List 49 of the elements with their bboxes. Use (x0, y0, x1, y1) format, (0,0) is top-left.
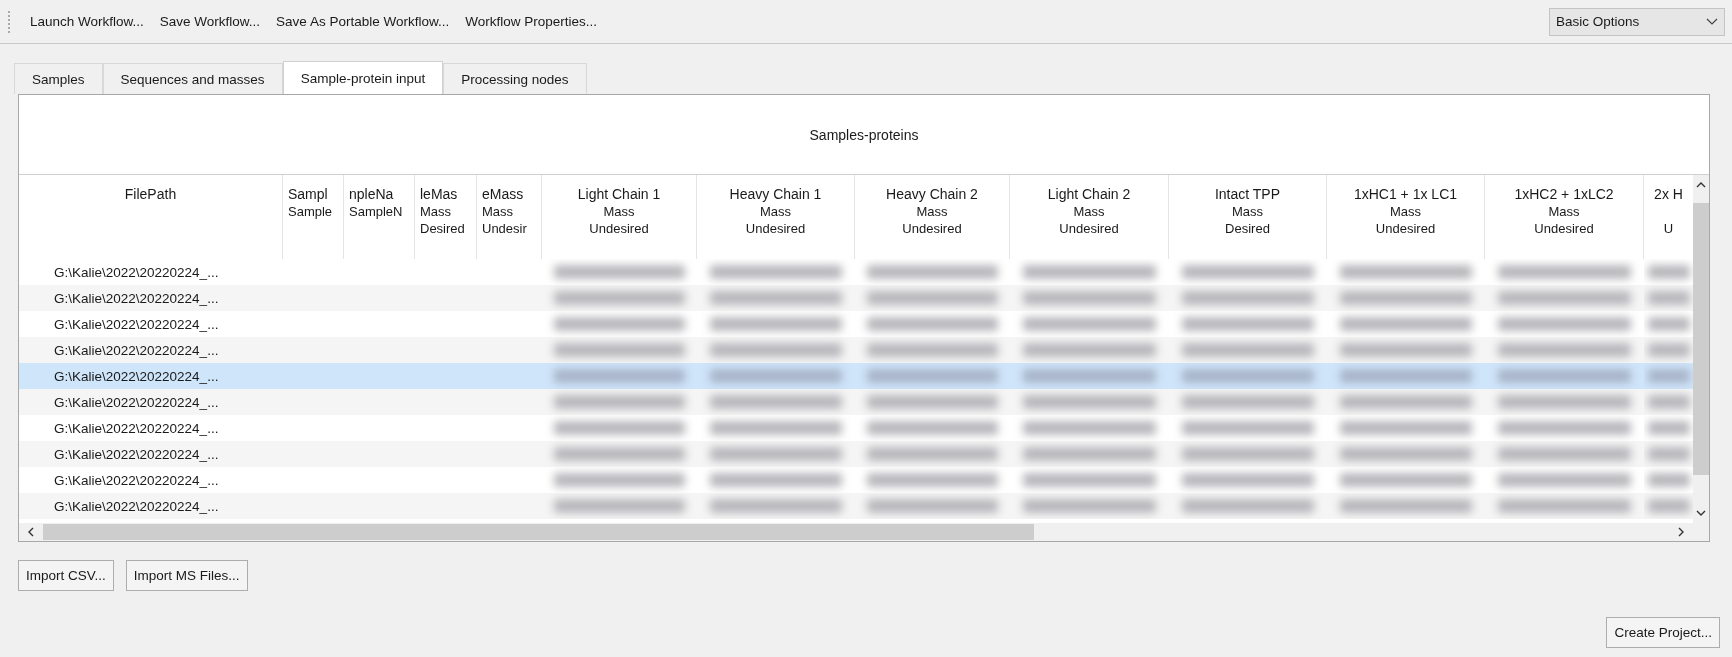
scroll-left-icon[interactable] (27, 527, 35, 537)
scrollbar-thumb[interactable] (1693, 203, 1709, 475)
file-path-cell: G:\Kalie\2022\20220224_... (54, 316, 219, 332)
tab[interactable]: Sample-protein input (282, 61, 444, 94)
file-path-cell: G:\Kalie\2022\20220224_... (54, 290, 219, 306)
import-button[interactable]: Import MS Files... (125, 560, 248, 591)
toolbar-button[interactable]: Save As Portable Workflow... (268, 12, 458, 31)
redacted-value (1648, 473, 1690, 487)
table-row[interactable]: G:\Kalie\2022\20220224_... (19, 285, 1693, 311)
redacted-value (1648, 369, 1690, 383)
redacted-value (1648, 395, 1690, 409)
scroll-right-icon[interactable] (1677, 527, 1685, 537)
scroll-down-icon[interactable] (1696, 509, 1706, 517)
file-path-cell: G:\Kalie\2022\20220224_... (54, 446, 219, 462)
redacted-value (1648, 447, 1690, 461)
redacted-value (1648, 291, 1690, 305)
import-button[interactable]: Import CSV... (18, 560, 114, 591)
redacted-value (1648, 421, 1690, 435)
table-row[interactable]: G:\Kalie\2022\20220224_... (19, 363, 1693, 389)
file-path-cell: G:\Kalie\2022\20220224_... (54, 368, 219, 384)
tab[interactable]: Samples (14, 63, 103, 94)
table-title: Samples-proteins (809, 126, 919, 143)
horizontal-scrollbar[interactable] (19, 523, 1693, 541)
redacted-value (1648, 265, 1690, 279)
tab[interactable]: Sequences and masses (102, 63, 283, 94)
file-path-cell: G:\Kalie\2022\20220224_... (54, 264, 219, 280)
vertical-scrollbar[interactable] (1693, 175, 1709, 541)
toolbar-grip[interactable] (8, 10, 12, 33)
scrollbar-thumb[interactable] (43, 524, 1034, 540)
file-path-cell: G:\Kalie\2022\20220224_... (54, 342, 219, 358)
file-path-cell: G:\Kalie\2022\20220224_... (54, 472, 219, 488)
table-row[interactable]: G:\Kalie\2022\20220224_... (19, 389, 1693, 415)
toolbar-button[interactable]: Save Workflow... (151, 12, 269, 31)
table-row[interactable]: G:\Kalie\2022\20220224_... (19, 493, 1693, 519)
file-path-cell: G:\Kalie\2022\20220224_... (54, 498, 219, 514)
scroll-up-icon[interactable] (1696, 181, 1706, 189)
redacted-value (1648, 317, 1690, 331)
tab[interactable]: Processing nodes (443, 63, 587, 94)
redacted-value (1648, 499, 1690, 513)
create-project-button[interactable]: Create Project... (1606, 617, 1720, 648)
file-path-cell: G:\Kalie\2022\20220224_... (54, 394, 219, 410)
chevron-down-icon (1706, 17, 1718, 26)
toolbar-button[interactable]: Workflow Properties... (457, 12, 605, 31)
file-path-cell: G:\Kalie\2022\20220224_... (54, 420, 219, 436)
redacted-value (1648, 343, 1690, 357)
table-row[interactable]: G:\Kalie\2022\20220224_... (19, 441, 1693, 467)
mode-dropdown[interactable]: Basic Options (1549, 7, 1725, 36)
table-row[interactable]: G:\Kalie\2022\20220224_... (19, 337, 1693, 363)
toolbar-button[interactable]: Launch Workflow... (22, 12, 152, 31)
